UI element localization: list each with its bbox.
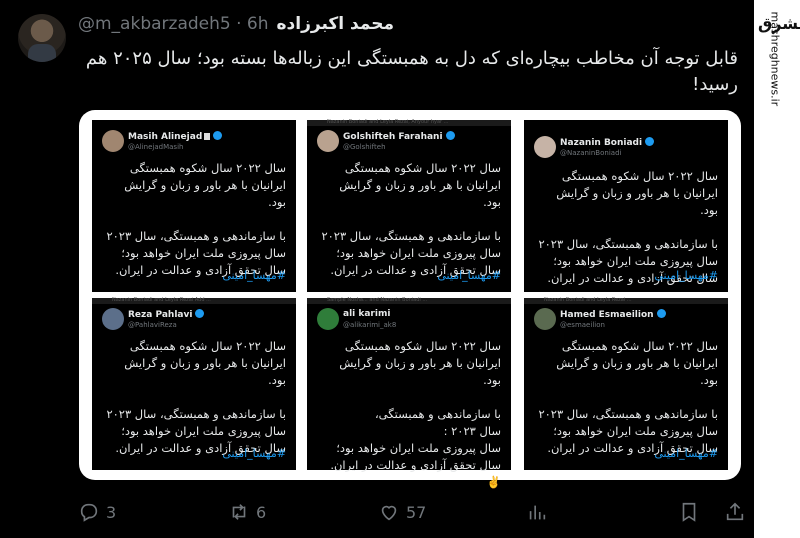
card-avatar [102, 130, 124, 152]
card-strip: Nazanin Boniadi and Leyla Rezai, Anyour … [307, 119, 511, 126]
card-strip: Sample Nosha... and Nazanin Boniadi ... [307, 297, 511, 304]
author-name[interactable]: محمد اکبرزاده [277, 14, 395, 34]
tweet-text: قابل توجه آن مخاطب بیچاره‌ای که دل به هم… [85, 48, 738, 95]
author-handle[interactable]: @m_akbarzadeh5 · 6h [78, 14, 269, 34]
like-count: 57 [406, 502, 427, 522]
verified-icon [656, 309, 666, 318]
screenshot-card-masih[interactable]: Masih Alinejad @AlinejadMasih سال ۲۰۲۲ س… [92, 120, 296, 292]
verified-icon [213, 131, 223, 140]
screenshot-card-nazanin[interactable]: Nazanin Boniadi @NazaninBoniadi سال ۲۰۲۲… [524, 120, 728, 292]
bookmark-button[interactable] [678, 501, 700, 523]
card-name: Reza Pahlavi [128, 309, 205, 320]
card-body: سال ۲۰۲۲ سال شکوه همبستگی ایرانیان با هر… [321, 161, 501, 277]
flag-icon [204, 133, 211, 140]
card-avatar [317, 130, 339, 152]
retweet-icon [232, 504, 246, 520]
like-icon [381, 505, 397, 521]
share-icon [726, 502, 744, 521]
card-handle: @alikarimi_ak8 [343, 321, 397, 329]
card-handle: @NazaninBoniadi [560, 149, 622, 157]
screenshot-card-golshifteh[interactable]: Nazanin Boniadi and Leyla Rezai, Anyour … [307, 119, 511, 292]
side-border [754, 130, 800, 538]
card-hashtag: #مهسا_امینی [654, 269, 718, 282]
tweet-media[interactable]: Masih Alinejad @AlinejadMasih سال ۲۰۲۲ س… [79, 110, 741, 489]
card-hashtag: #مهسا_امینی [222, 447, 286, 460]
card-name: Golshifteh Farahani [343, 131, 455, 142]
card-body: سال ۲۰۲۲ سال شکوه همبستگی ایرانیان با هر… [330, 339, 501, 489]
card-name: Nazanin Boniadi [560, 137, 655, 148]
card-name: Masih Alinejad [128, 131, 223, 142]
card-handle: @AlinejadMasih [128, 143, 184, 151]
card-hashtag: #مهسا_امینی [654, 447, 718, 460]
card-avatar [534, 136, 556, 158]
share-button[interactable] [724, 501, 746, 523]
card-handle: @Golshifteh [343, 143, 386, 151]
card-name: ali karimi [343, 309, 391, 319]
card-avatar [102, 308, 124, 330]
card-handle: @PahlaviReza [128, 321, 177, 329]
screenshot-card-ali[interactable]: Sample Nosha... and Nazanin Boniadi ... … [307, 297, 511, 489]
like-button[interactable]: 57 [378, 501, 426, 523]
screenshot-card-hamed[interactable]: Nazanin Boniadi and Leyla Rezai ... Hame… [524, 297, 728, 470]
reply-icon [80, 503, 98, 522]
watermark: مشرق mashreghnews.ir [754, 0, 800, 130]
verified-icon [195, 309, 205, 318]
card-handle: @esmaeilion [560, 321, 605, 329]
card-avatar [534, 308, 556, 330]
watermark-url: mashreghnews.ir [768, 11, 782, 107]
card-hashtag: #مهسا_امینی [222, 269, 286, 282]
card-strip: Nazanin Boniadi and Leyla Rezai Add ... [92, 297, 296, 304]
reply-button[interactable]: 3 [78, 501, 116, 523]
verified-icon [645, 137, 655, 146]
card-hashtag: #مهسا_امینی [437, 269, 501, 282]
bookmark-icon [682, 502, 696, 522]
reply-count: 3 [106, 502, 117, 522]
retweet-count: 6 [256, 502, 267, 522]
screenshot-card-reza[interactable]: Nazanin Boniadi and Leyla Rezai Add ... … [92, 297, 296, 470]
card-body: سال ۲۰۲۲ سال شکوه همبستگی ایرانیان با هر… [106, 161, 286, 277]
card-name: Hamed Esmaeilion [560, 309, 666, 320]
card-strip: Nazanin Boniadi and Leyla Rezai ... [524, 297, 728, 304]
author-avatar[interactable] [18, 14, 66, 62]
tweet-actions: 3 6 57 [78, 498, 748, 526]
retweet-button[interactable]: 6 [228, 501, 266, 523]
tweet-header: محمد اکبرزاده @m_akbarzadeh5 · 6h [78, 12, 740, 36]
verified-icon [445, 131, 455, 140]
card-body: سال ۲۰۲۲ سال شکوه همبستگی ایرانیان با هر… [538, 339, 718, 455]
views-icon [529, 505, 546, 520]
views-button[interactable] [526, 501, 548, 523]
card-body: سال ۲۰۲۲ سال شکوه همبستگی ایرانیان با هر… [106, 339, 286, 455]
card-avatar [317, 308, 339, 330]
